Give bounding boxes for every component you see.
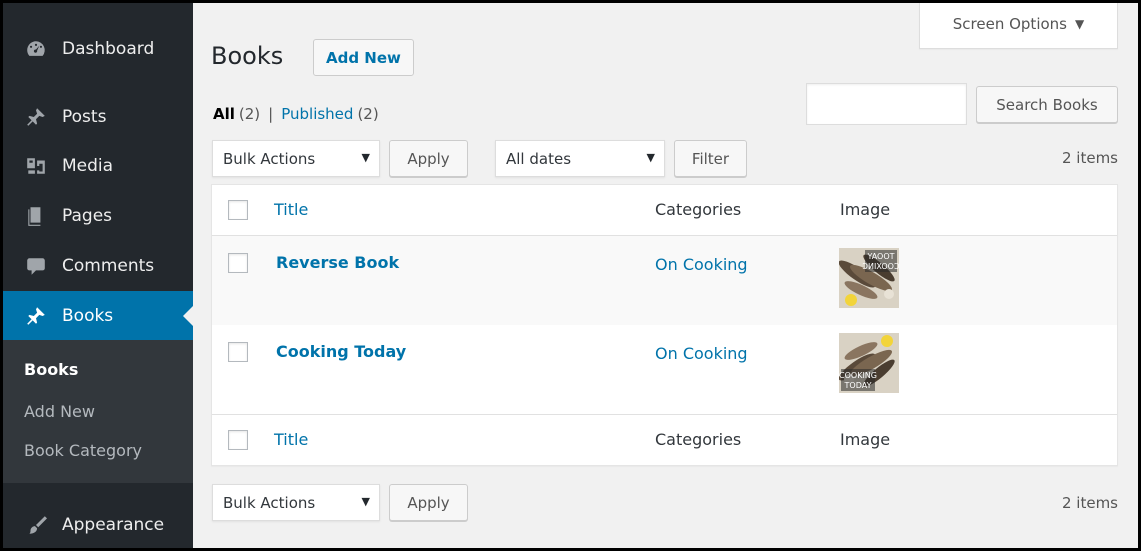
filter-all-count: (2) [238, 105, 261, 123]
column-categories-header: Categories [655, 200, 742, 219]
bulk-actions-value: Bulk Actions [223, 493, 316, 512]
submenu-item-add-new[interactable]: Add New [24, 402, 95, 421]
apply-button-top[interactable]: Apply [389, 140, 468, 177]
svg-text:ƆИIXOOƆ: ƆИIXOOƆ [862, 262, 899, 271]
book-thumbnail-image[interactable]: COOKING TODAY [839, 333, 899, 393]
book-category-link[interactable]: On Cooking [655, 255, 748, 274]
sidebar-item-media[interactable]: Media [0, 141, 193, 191]
filter-separator: | [268, 105, 274, 123]
dashboard-icon [24, 37, 48, 61]
book-title-link[interactable]: Reverse Book [276, 253, 399, 272]
date-filter-select[interactable]: All dates ▼ [495, 140, 665, 177]
bulk-actions-select-top[interactable]: Bulk Actions ▼ [212, 140, 380, 177]
pin-icon [24, 304, 48, 328]
page-title: Books [211, 42, 284, 70]
date-filter-value: All dates [506, 149, 572, 168]
brush-icon [24, 513, 48, 537]
book-thumbnail-image[interactable]: YAOOT ƆИIXOOƆ [839, 248, 899, 308]
sidebar-item-label: Media [62, 156, 114, 176]
status-filter-links: All (2) | Published (2) [213, 105, 379, 123]
add-new-button[interactable]: Add New [313, 39, 414, 76]
filter-button[interactable]: Filter [674, 140, 747, 177]
search-books-button[interactable]: Search Books [976, 86, 1118, 123]
media-icon [24, 154, 48, 178]
caret-down-icon: ▼ [361, 151, 370, 164]
column-image-header: Image [840, 200, 891, 219]
books-submenu: Books Add New Book Category [0, 340, 193, 483]
items-count-top: 2 items [1061, 149, 1118, 167]
caret-down-icon: ▼ [361, 495, 370, 508]
book-title-link[interactable]: Cooking Today [276, 342, 406, 361]
books-table: Title Categories Image Reverse Book On C… [211, 184, 1118, 466]
search-input[interactable] [806, 83, 967, 125]
sidebar-item-pages[interactable]: Pages [0, 191, 193, 241]
submenu-item-books[interactable]: Books [24, 360, 78, 379]
svg-text:YAOOT: YAOOT [866, 252, 894, 261]
bulk-actions-select-bottom[interactable]: Bulk Actions ▼ [212, 484, 380, 521]
sidebar-item-label: Appearance [62, 515, 165, 535]
caret-down-icon: ▼ [646, 151, 655, 164]
filter-published-count: (2) [357, 105, 379, 123]
active-menu-arrow [183, 306, 193, 326]
comment-icon [24, 254, 48, 278]
column-image-footer: Image [840, 430, 891, 449]
row-checkbox[interactable] [228, 342, 248, 362]
sidebar-item-label: Posts [62, 107, 107, 127]
row-checkbox[interactable] [228, 253, 248, 273]
svg-text:COOKING: COOKING [839, 371, 877, 380]
svg-text:TODAY: TODAY [844, 381, 872, 390]
submenu-item-book-category[interactable]: Book Category [24, 441, 142, 460]
filter-all-link[interactable]: All [213, 105, 235, 123]
table-footer-row: Title Categories Image [212, 414, 1117, 465]
table-row: Cooking Today On Cooking COOKING TODAY [212, 325, 1117, 414]
sidebar-item-label: Comments [62, 256, 155, 276]
column-title-header[interactable]: Title [274, 200, 308, 219]
sidebar-item-label: Pages [62, 206, 113, 226]
select-all-checkbox-bottom[interactable] [228, 430, 248, 450]
sidebar-item-label: Books [62, 306, 114, 326]
table-header-row: Title Categories Image [212, 185, 1117, 236]
apply-button-bottom[interactable]: Apply [389, 484, 468, 521]
column-title-footer[interactable]: Title [274, 430, 308, 449]
sidebar-item-comments[interactable]: Comments [0, 241, 193, 291]
table-row: Reverse Book On Cooking YAOOT ƆИIXOOƆ [212, 236, 1117, 325]
items-count-bottom: 2 items [1061, 494, 1118, 512]
book-cover-art: YAOOT ƆИIXOOƆ [839, 248, 899, 308]
sidebar-item-posts[interactable]: Posts [0, 92, 193, 142]
column-categories-footer: Categories [655, 430, 742, 449]
book-category-link[interactable]: On Cooking [655, 344, 748, 363]
sidebar-item-appearance[interactable]: Appearance [0, 500, 193, 550]
filter-published-link[interactable]: Published [281, 105, 353, 123]
sidebar-item-books[interactable]: Books [0, 291, 193, 341]
screen-options-button[interactable]: Screen Options ▼ [919, 0, 1118, 49]
sidebar-item-dashboard[interactable]: Dashboard [0, 24, 193, 74]
bulk-actions-value: Bulk Actions [223, 149, 316, 168]
admin-sidebar: Dashboard Posts Media Pages Comments Boo… [0, 0, 193, 551]
pages-icon [24, 204, 48, 228]
sidebar-item-label: Dashboard [62, 39, 155, 59]
screen-options-label: Screen Options [952, 15, 1067, 33]
book-cover-art: COOKING TODAY [839, 333, 899, 393]
caret-down-icon: ▼ [1074, 17, 1085, 31]
pin-icon [24, 105, 48, 129]
select-all-checkbox[interactable] [228, 200, 248, 220]
